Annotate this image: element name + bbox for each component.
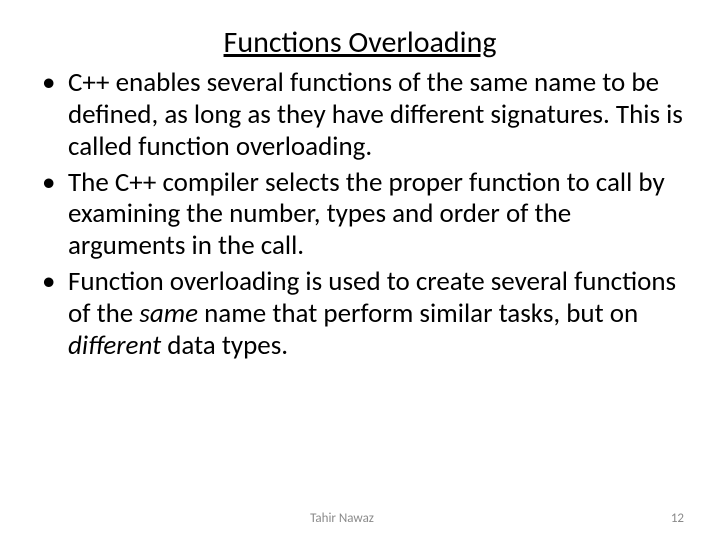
bullet-text-em: same bbox=[139, 297, 198, 330]
footer: Tahir Nawaz 12 bbox=[0, 511, 720, 526]
bullet-list: C++ enables several functions of the sam… bbox=[32, 67, 688, 362]
bullet-text-em: different bbox=[68, 329, 161, 362]
bullet-text-mid: name that perform similar tasks, but on bbox=[198, 297, 638, 330]
list-item: Function overloading is used to create s… bbox=[32, 266, 688, 362]
bullet-text-post: data types. bbox=[161, 329, 288, 362]
list-item: The C++ compiler selects the proper func… bbox=[32, 167, 688, 263]
bullet-text: C++ enables several functions of the sam… bbox=[68, 66, 683, 163]
slide-title: Functions Overloading bbox=[32, 24, 688, 61]
footer-author: Tahir Nawaz bbox=[0, 511, 684, 526]
bullet-text: The C++ compiler selects the proper func… bbox=[68, 166, 665, 263]
page-number: 12 bbox=[671, 511, 684, 526]
slide: Functions Overloading C++ enables severa… bbox=[0, 0, 720, 540]
list-item: C++ enables several functions of the sam… bbox=[32, 67, 688, 163]
